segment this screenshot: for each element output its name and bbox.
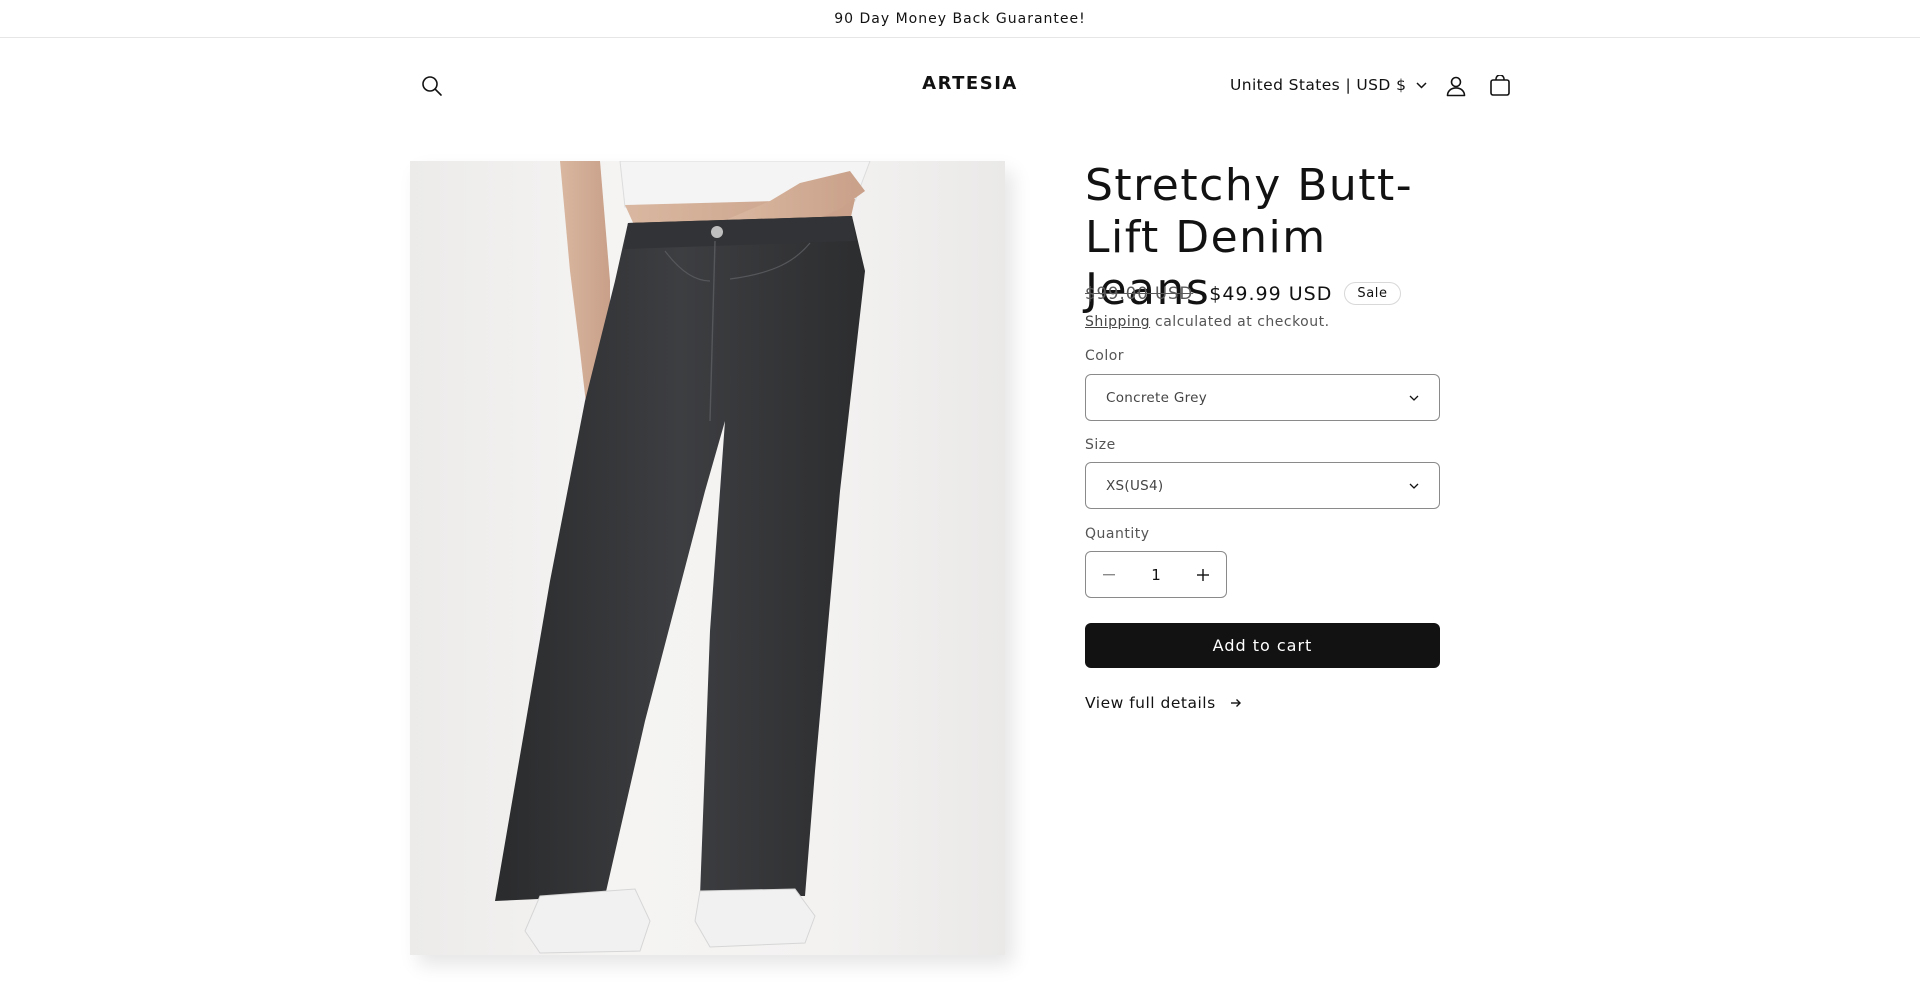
search-icon bbox=[422, 76, 442, 96]
size-select-value: XS(US4) bbox=[1106, 477, 1164, 494]
cart-button[interactable] bbox=[1478, 64, 1522, 108]
account-icon bbox=[1446, 76, 1466, 97]
view-full-details-link[interactable]: View full details bbox=[1085, 694, 1242, 712]
color-select[interactable]: Concrete Grey bbox=[1085, 374, 1440, 421]
quantity-decrease-button[interactable] bbox=[1086, 552, 1132, 597]
account-button[interactable] bbox=[1434, 64, 1478, 108]
quantity-increase-button[interactable] bbox=[1180, 552, 1226, 597]
plus-icon bbox=[1197, 568, 1209, 581]
chevron-down-icon bbox=[1416, 81, 1427, 89]
cart-icon bbox=[1490, 75, 1510, 96]
logo-text: ARTESIA bbox=[922, 72, 1018, 94]
price-row: $99.00 USD $49.99 USD Sale bbox=[1085, 282, 1401, 305]
arrow-right-icon bbox=[1230, 699, 1241, 707]
announcement-bar: 90 Day Money Back Guarantee! bbox=[0, 0, 1920, 38]
product-image[interactable] bbox=[410, 161, 1005, 955]
store-logo[interactable]: ARTESIA bbox=[905, 70, 1035, 96]
quantity-label: Quantity bbox=[1085, 526, 1150, 542]
color-select-value: Concrete Grey bbox=[1106, 389, 1208, 406]
country-currency-label: United States | USD $ bbox=[1230, 76, 1407, 94]
color-label: Color bbox=[1085, 348, 1125, 364]
size-label: Size bbox=[1085, 437, 1116, 453]
shipping-link[interactable]: Shipping bbox=[1085, 314, 1150, 330]
quantity-input[interactable] bbox=[1134, 565, 1178, 584]
product-info: Stretchy Butt-Lift Denim Jeans $99.00 US… bbox=[1085, 160, 1465, 712]
quantity-stepper bbox=[1085, 551, 1227, 598]
size-select[interactable]: XS(US4) bbox=[1085, 462, 1440, 509]
regular-price: $99.00 USD bbox=[1085, 284, 1194, 303]
add-to-cart-button[interactable]: Add to cart bbox=[1085, 623, 1440, 668]
search-button[interactable] bbox=[410, 64, 454, 108]
country-selector[interactable]: United States | USD $ bbox=[1230, 70, 1427, 100]
product-photo bbox=[495, 161, 871, 954]
sale-price: $49.99 USD bbox=[1209, 282, 1333, 305]
view-full-details-label: View full details bbox=[1085, 694, 1216, 712]
shipping-note: Shipping calculated at checkout. bbox=[1085, 314, 1330, 330]
sale-badge: Sale bbox=[1344, 282, 1401, 305]
site-header: ARTESIA United States | USD $ bbox=[410, 38, 1510, 126]
add-to-cart-label: Add to cart bbox=[1212, 636, 1313, 655]
chevron-down-icon bbox=[1409, 483, 1419, 489]
announcement-text: 90 Day Money Back Guarantee! bbox=[834, 10, 1086, 27]
shipping-text: calculated at checkout. bbox=[1150, 314, 1330, 330]
minus-icon bbox=[1103, 573, 1115, 575]
chevron-down-icon bbox=[1409, 395, 1419, 401]
